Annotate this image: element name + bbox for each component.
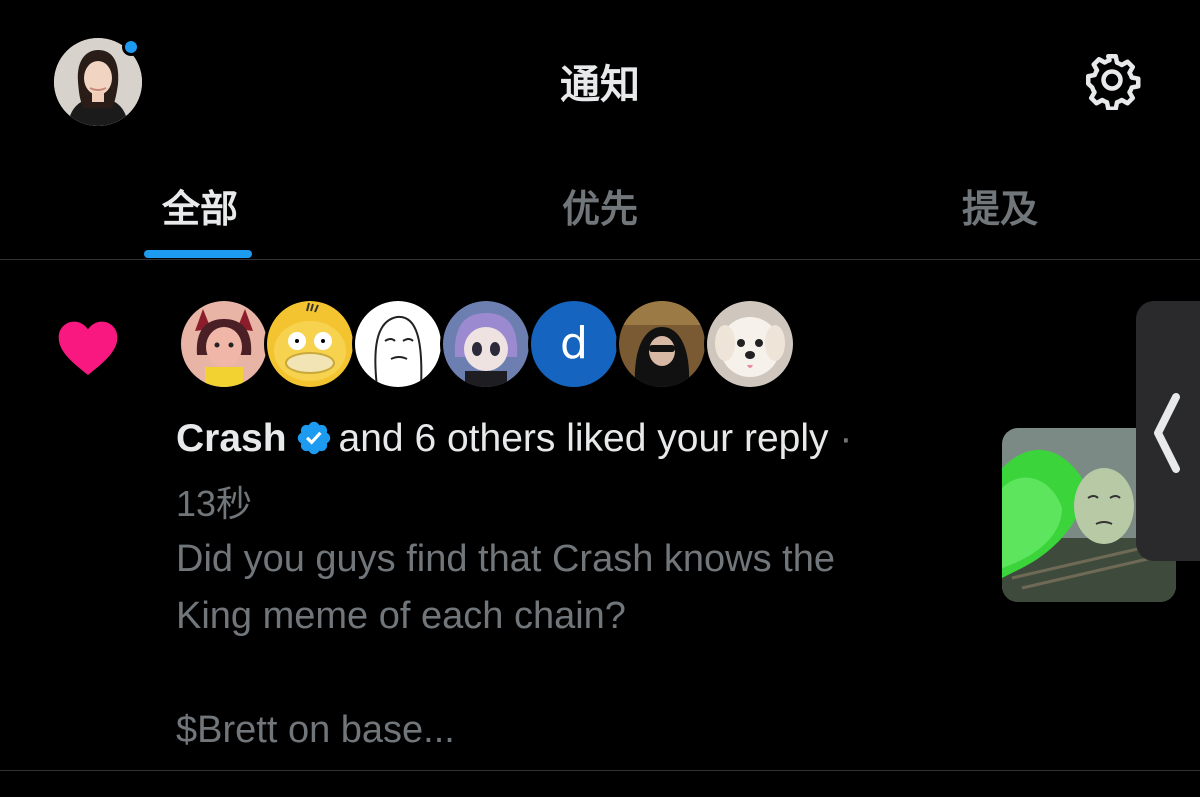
- side-panel-handle[interactable]: [1136, 301, 1200, 561]
- reply-line: $Brett on base...: [176, 709, 455, 751]
- chevron-left-icon: [1154, 393, 1180, 473]
- settings-button[interactable]: [1082, 50, 1142, 111]
- notification-item[interactable]: d Crash and 6 others liked your reply · …: [0, 261, 1200, 771]
- actor-name[interactable]: Crash: [176, 417, 287, 460]
- action-text: and 6 others liked your reply: [338, 417, 829, 460]
- avatar[interactable]: [616, 298, 708, 390]
- reply-line: King meme of each chain?: [176, 595, 626, 637]
- avatar[interactable]: [178, 298, 270, 390]
- tab-priority-label: 优先: [561, 189, 638, 231]
- active-tab-indicator: [144, 250, 252, 258]
- notification-summary: Crash and 6 others liked your reply ·: [176, 417, 852, 461]
- reply-line: [176, 645, 976, 702]
- page-title: 通知: [560, 63, 640, 107]
- avatar[interactable]: [440, 298, 532, 390]
- notification-tabs: 全部 优先 提及: [0, 150, 1200, 260]
- heart-icon: [58, 321, 118, 375]
- avatar[interactable]: [704, 298, 796, 390]
- tab-mentions[interactable]: 提及: [800, 150, 1200, 260]
- gear-icon: [1086, 54, 1141, 111]
- tab-mentions-label: 提及: [961, 189, 1038, 231]
- tab-all[interactable]: 全部: [0, 150, 400, 260]
- avatar[interactable]: [264, 298, 356, 390]
- avatar[interactable]: [352, 298, 444, 390]
- avatar-letter: d: [560, 318, 588, 369]
- verified-badge-icon: [297, 421, 330, 455]
- reply-line: Did you guys find that Crash knows the: [176, 538, 836, 580]
- separator: ·: [839, 417, 853, 460]
- avatar[interactable]: d: [528, 298, 620, 390]
- tab-priority[interactable]: 优先: [400, 150, 800, 260]
- tab-all-label: 全部: [161, 189, 238, 231]
- timestamp: 13秒: [176, 483, 253, 524]
- reply-preview: Did you guys find that Crash knows the K…: [176, 531, 976, 759]
- top-bar: 通知: [0, 0, 1200, 150]
